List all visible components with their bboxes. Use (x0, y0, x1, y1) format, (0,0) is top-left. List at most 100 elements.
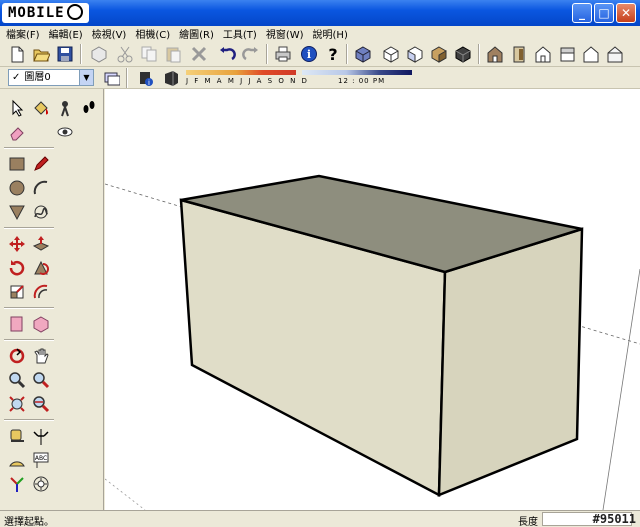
menu-view[interactable]: 檢視(V) (92, 26, 127, 41)
menu-camera[interactable]: 相機(C) (135, 26, 170, 41)
logo-ring-icon (66, 4, 83, 20)
tape-measure-icon[interactable] (6, 425, 28, 447)
previous-view-icon[interactable] (30, 393, 52, 415)
offset-icon[interactable] (30, 281, 52, 303)
section-display-icon[interactable] (30, 313, 52, 335)
rectangle-icon[interactable] (6, 153, 28, 175)
time-slider-track (302, 70, 412, 75)
watermark-id: #95011 (592, 512, 636, 526)
text-icon[interactable]: ABC (30, 449, 52, 471)
open-folder-icon[interactable] (30, 43, 52, 65)
shaded-icon[interactable] (556, 43, 578, 65)
menu-tools[interactable]: 工具(T) (223, 26, 257, 41)
scale-icon[interactable] (6, 281, 28, 303)
app-logo: MOBILE (2, 3, 89, 23)
erase-icon[interactable] (188, 43, 210, 65)
vertical-axis (602, 268, 640, 510)
section-plane-icon[interactable] (6, 313, 28, 335)
month-slider-track (186, 70, 296, 75)
layer-manager-icon[interactable] (100, 67, 122, 89)
measurement-label: 長度 (518, 517, 538, 527)
menu-help[interactable]: 說明(H) (313, 26, 348, 41)
freehand-icon[interactable] (30, 201, 52, 223)
title-bar: MOBILE _ □ ✕ (0, 0, 640, 26)
iso-view-icon[interactable] (352, 43, 374, 65)
orbit-icon[interactable] (6, 345, 28, 367)
layer-select[interactable]: ✓ 圖層0 ▼ (8, 69, 94, 86)
cut-icon[interactable] (114, 43, 136, 65)
model-canvas[interactable] (105, 89, 640, 510)
right-view-icon[interactable] (428, 43, 450, 65)
model-info-icon[interactable]: i (298, 43, 320, 65)
redo-icon[interactable] (240, 43, 262, 65)
axes-icon[interactable] (6, 473, 28, 495)
month-letters: J F M A M J J A S O N D (186, 77, 309, 85)
arc-icon[interactable] (30, 177, 52, 199)
main-toolbar: i ? (0, 41, 640, 67)
pencil-icon[interactable] (30, 153, 52, 175)
xray-icon[interactable] (484, 43, 506, 65)
3d-text-icon[interactable] (30, 473, 52, 495)
shadow-toggle-icon[interactable] (160, 67, 182, 89)
svg-text:?: ? (328, 45, 337, 63)
make-component-icon[interactable] (88, 43, 110, 65)
polygon-icon[interactable] (6, 201, 28, 223)
paste-icon[interactable] (162, 43, 184, 65)
zoom-window-icon[interactable] (30, 369, 52, 391)
box-right-face[interactable] (437, 227, 584, 497)
maximize-button[interactable]: □ (594, 3, 614, 23)
front-view-icon[interactable] (404, 43, 426, 65)
menu-file[interactable]: 檔案(F) (6, 26, 40, 41)
select-icon[interactable] (6, 97, 28, 119)
menu-draw[interactable]: 繪圖(R) (179, 26, 214, 41)
print-icon[interactable] (272, 43, 294, 65)
menu-edit[interactable]: 編輯(E) (49, 26, 83, 41)
dimension-icon[interactable] (30, 425, 52, 447)
shaded-texture-2-icon[interactable] (604, 43, 626, 65)
paint-bucket-icon[interactable] (30, 97, 52, 119)
zoom-icon[interactable] (6, 369, 28, 391)
3d-viewport[interactable] (105, 89, 640, 510)
status-text: 選擇起點。 (4, 517, 54, 527)
wireframe-icon[interactable] (508, 43, 530, 65)
protractor-icon[interactable] (6, 449, 28, 471)
time-slider[interactable]: 12 : 00 PM (302, 68, 412, 88)
hidden-line-icon[interactable] (532, 43, 554, 65)
layer-visible-checkmark: ✓ (12, 72, 21, 83)
eraser-icon[interactable] (6, 121, 28, 143)
svg-text:i: i (148, 79, 150, 87)
secondary-toolbar: ✓ 圖層0 ▼ i J F M A M J J A S O N D 12 : 00… (0, 67, 640, 89)
move-icon[interactable] (6, 233, 28, 255)
window-controls: _ □ ✕ (572, 3, 636, 23)
tool-palette: ABC (0, 89, 104, 510)
status-bar: 選擇起點。 長度 #95011 (0, 510, 640, 527)
save-icon[interactable] (54, 43, 76, 65)
menu-bar: 檔案(F) 編輯(E) 檢視(V) 相機(C) 繪圖(R) 工具(T) 視窗(W… (0, 26, 640, 41)
top-view-icon[interactable] (380, 43, 402, 65)
axis-dotted (105, 478, 146, 510)
svg-text:ABC: ABC (35, 455, 47, 462)
menu-window[interactable]: 視窗(W) (266, 26, 304, 41)
copy-icon[interactable] (138, 43, 160, 65)
pan-icon[interactable] (30, 345, 52, 367)
circle-icon[interactable] (6, 177, 28, 199)
push-pull-icon[interactable] (30, 233, 52, 255)
minimize-button[interactable]: _ (572, 3, 592, 23)
layer-select-value: 圖層0 (24, 72, 51, 83)
look-around-icon[interactable] (54, 121, 76, 143)
help-icon[interactable]: ? (322, 43, 344, 65)
shadow-settings-icon[interactable]: i (134, 67, 156, 89)
follow-me-icon[interactable] (30, 257, 52, 279)
walk-icon[interactable] (54, 97, 76, 119)
back-view-icon[interactable] (452, 43, 474, 65)
close-button[interactable]: ✕ (616, 3, 636, 23)
new-file-icon[interactable] (6, 43, 28, 65)
time-label: 12 : 00 PM (338, 77, 386, 85)
month-slider[interactable]: J F M A M J J A S O N D (186, 68, 307, 88)
undo-icon[interactable] (216, 43, 238, 65)
rotate-icon[interactable] (6, 257, 28, 279)
footprints-icon[interactable] (78, 97, 100, 119)
shaded-texture-icon[interactable] (580, 43, 602, 65)
zoom-extents-icon[interactable] (6, 393, 28, 415)
chevron-down-icon[interactable]: ▼ (79, 70, 93, 85)
